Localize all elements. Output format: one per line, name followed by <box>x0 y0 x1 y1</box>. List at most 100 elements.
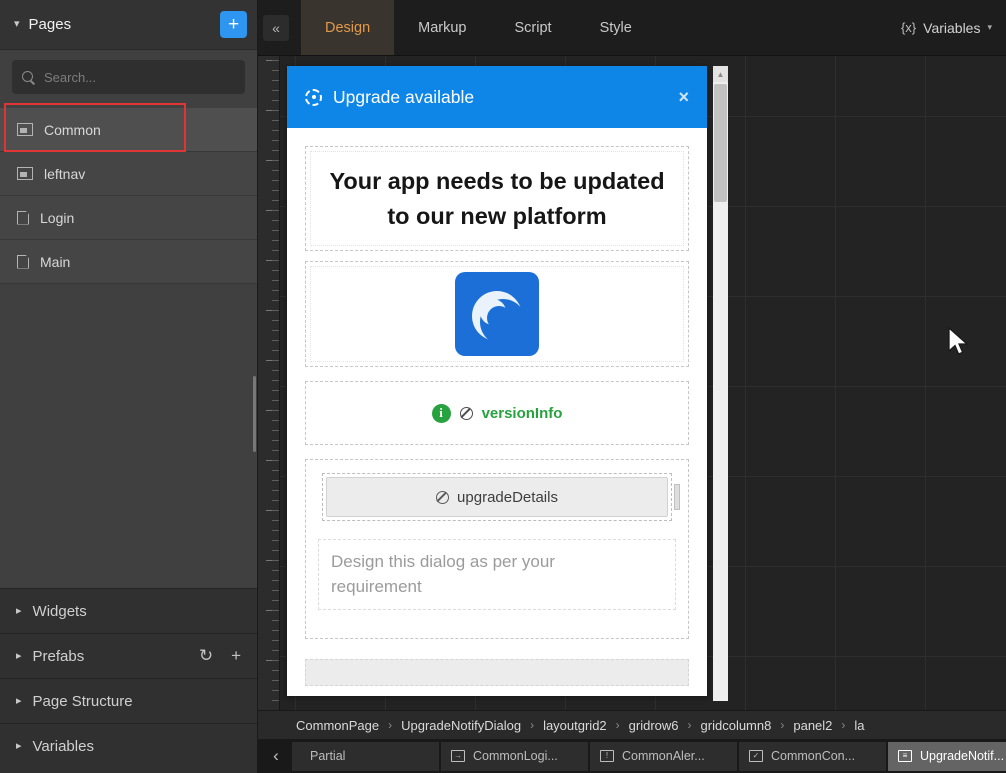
resize-handle[interactable] <box>674 484 680 510</box>
bind-icon <box>460 407 473 420</box>
breadcrumb-commonpage[interactable]: CommonPage <box>296 718 379 733</box>
tab-design[interactable]: Design <box>301 0 394 55</box>
add-page-button[interactable]: + <box>220 11 247 38</box>
version-info-widget[interactable]: versionInfo <box>305 381 689 445</box>
tab-markup[interactable]: Markup <box>394 0 490 55</box>
scrollbar-thumb[interactable] <box>714 84 727 202</box>
tab-label: Partial <box>310 749 345 763</box>
dialog-footer[interactable] <box>305 659 689 686</box>
dialog-body: Your app needs to be updated to our new … <box>287 128 707 696</box>
breadcrumb-separator: › <box>688 718 692 732</box>
variables-label: Variables <box>923 20 980 36</box>
refresh-icon[interactable]: ↻ <box>199 646 213 666</box>
sidebar-item-prefabs[interactable]: ▸ Prefabs ↻ + <box>0 633 257 678</box>
breadcrumb-separator: › <box>388 718 392 732</box>
tab-label: CommonLogi... <box>473 749 558 763</box>
sidebar-item-login[interactable]: Login <box>0 196 257 240</box>
page-label: Login <box>40 210 74 226</box>
alert-dialog-icon: ! <box>600 750 614 762</box>
scroll-up-arrow[interactable]: ▲ <box>713 66 728 82</box>
search-input[interactable] <box>44 70 235 85</box>
editor-topbar: « Design Markup Script Style {x} Variabl… <box>258 0 1006 55</box>
section-label: Widgets <box>33 603 87 620</box>
breadcrumb-gridcolumn8[interactable]: gridcolumn8 <box>701 718 772 733</box>
login-dialog-icon: → <box>451 750 465 762</box>
vertical-ruler <box>258 56 280 710</box>
scroll-tabs-left-button[interactable]: ‹ <box>262 743 290 769</box>
dialog-header[interactable]: Upgrade available × <box>287 66 707 128</box>
caret-down-icon: ▾ <box>14 19 20 30</box>
breadcrumb-gridrow6[interactable]: gridrow6 <box>629 718 679 733</box>
mouse-cursor <box>948 327 970 357</box>
tab-style[interactable]: Style <box>576 0 656 55</box>
add-prefab-icon[interactable]: + <box>231 646 241 666</box>
search-box[interactable] <box>12 60 245 94</box>
tab-commonlogin[interactable]: → CommonLogi... <box>441 742 588 771</box>
canvas-scrollbar: ▲ <box>713 66 728 701</box>
prefabs-actions: ↻ + <box>199 646 241 666</box>
page-icon <box>17 211 29 225</box>
sidebar-item-widgets[interactable]: ▸ Widgets <box>0 588 257 633</box>
hint-text: Design this dialog as per your requireme… <box>331 550 601 599</box>
search-icon <box>22 71 35 84</box>
app-logo <box>311 267 683 361</box>
tab-label: UpgradeNotif... <box>920 749 1004 763</box>
variables-button[interactable]: {x} Variables ▾ <box>901 20 992 36</box>
wavemaker-studio: ▾ Pages + Common leftnav Login <box>0 0 1006 773</box>
section-label: Page Structure <box>33 693 133 710</box>
picture-widget[interactable] <box>305 261 689 367</box>
search-area <box>0 50 257 108</box>
tab-commonconfirm[interactable]: ✓ CommonCon... <box>739 742 886 771</box>
breadcrumb-upgradenotifydialog[interactable]: UpgradeNotifyDialog <box>401 718 521 733</box>
partial-icon <box>17 167 33 180</box>
page-label: leftnav <box>44 166 85 182</box>
tab-label: CommonCon... <box>771 749 855 763</box>
sidebar-item-main[interactable]: Main <box>0 240 257 284</box>
breadcrumb-separator: › <box>616 718 620 732</box>
tab-partial[interactable]: Partial <box>292 742 439 771</box>
sidebar-item-common[interactable]: Common <box>0 108 257 152</box>
pages-header: ▾ Pages + <box>0 0 257 50</box>
breadcrumb-separator: › <box>530 718 534 732</box>
partial-icon <box>17 123 33 136</box>
breadcrumb-truncated[interactable]: la <box>854 718 864 733</box>
caret-right-icon: ▸ <box>16 606 22 617</box>
panel-widget[interactable]: upgradeDetails Design this dialog as per… <box>305 459 689 639</box>
sidebar-item-leftnav[interactable]: leftnav <box>0 152 257 196</box>
version-info-label: versionInfo <box>482 405 563 422</box>
collapse-sidebar-button[interactable]: « <box>263 15 289 41</box>
open-files-bar: ‹ Partial → CommonLogi... ! CommonAler..… <box>258 739 1006 773</box>
sidebar-item-page-structure[interactable]: ▸ Page Structure <box>0 678 257 723</box>
button-selection-wrap: upgradeDetails <box>322 473 672 521</box>
sidebar-item-variables[interactable]: ▸ Variables <box>0 723 257 768</box>
breadcrumb: CommonPage › UpgradeNotifyDialog › layou… <box>258 710 1006 739</box>
upgrade-details-button[interactable]: upgradeDetails <box>326 477 668 517</box>
caret-right-icon: ▸ <box>16 651 22 662</box>
tab-commonalert[interactable]: ! CommonAler... <box>590 742 737 771</box>
tab-script[interactable]: Script <box>491 0 576 55</box>
upgrade-notify-dialog[interactable]: Upgrade available × Your app needs to be… <box>287 66 707 696</box>
variables-icon: {x} <box>901 20 916 35</box>
breadcrumb-panel2[interactable]: panel2 <box>793 718 832 733</box>
caret-right-icon: ▸ <box>16 696 22 707</box>
dialog-icon: ≡ <box>898 750 912 762</box>
page-label: Main <box>40 254 70 270</box>
design-canvas: Upgrade available × Your app needs to be… <box>258 55 1006 710</box>
bind-icon <box>436 491 449 504</box>
info-icon <box>432 404 451 423</box>
chevron-down-icon: ▾ <box>987 22 992 33</box>
breadcrumb-layoutgrid2[interactable]: layoutgrid2 <box>543 718 607 733</box>
main-area: « Design Markup Script Style {x} Variabl… <box>258 0 1006 773</box>
section-label: Prefabs <box>33 648 85 665</box>
breadcrumb-separator: › <box>780 718 784 732</box>
upgrade-details-label: upgradeDetails <box>457 489 558 506</box>
tab-upgradenotify[interactable]: ≡ UpgradeNotif... <box>888 742 1006 771</box>
sidebar-sections: ▸ Widgets ▸ Prefabs ↻ + ▸ Page Structure… <box>0 588 257 773</box>
confirm-dialog-icon: ✓ <box>749 750 763 762</box>
message-widget[interactable]: Your app needs to be updated to our new … <box>305 146 689 251</box>
close-icon[interactable]: × <box>678 87 689 108</box>
dialog-title: Upgrade available <box>333 87 667 108</box>
sidebar-scrollbar[interactable] <box>253 376 256 452</box>
message-text: Your app needs to be updated to our new … <box>311 152 683 245</box>
hint-widget[interactable]: Design this dialog as per your requireme… <box>318 539 676 610</box>
